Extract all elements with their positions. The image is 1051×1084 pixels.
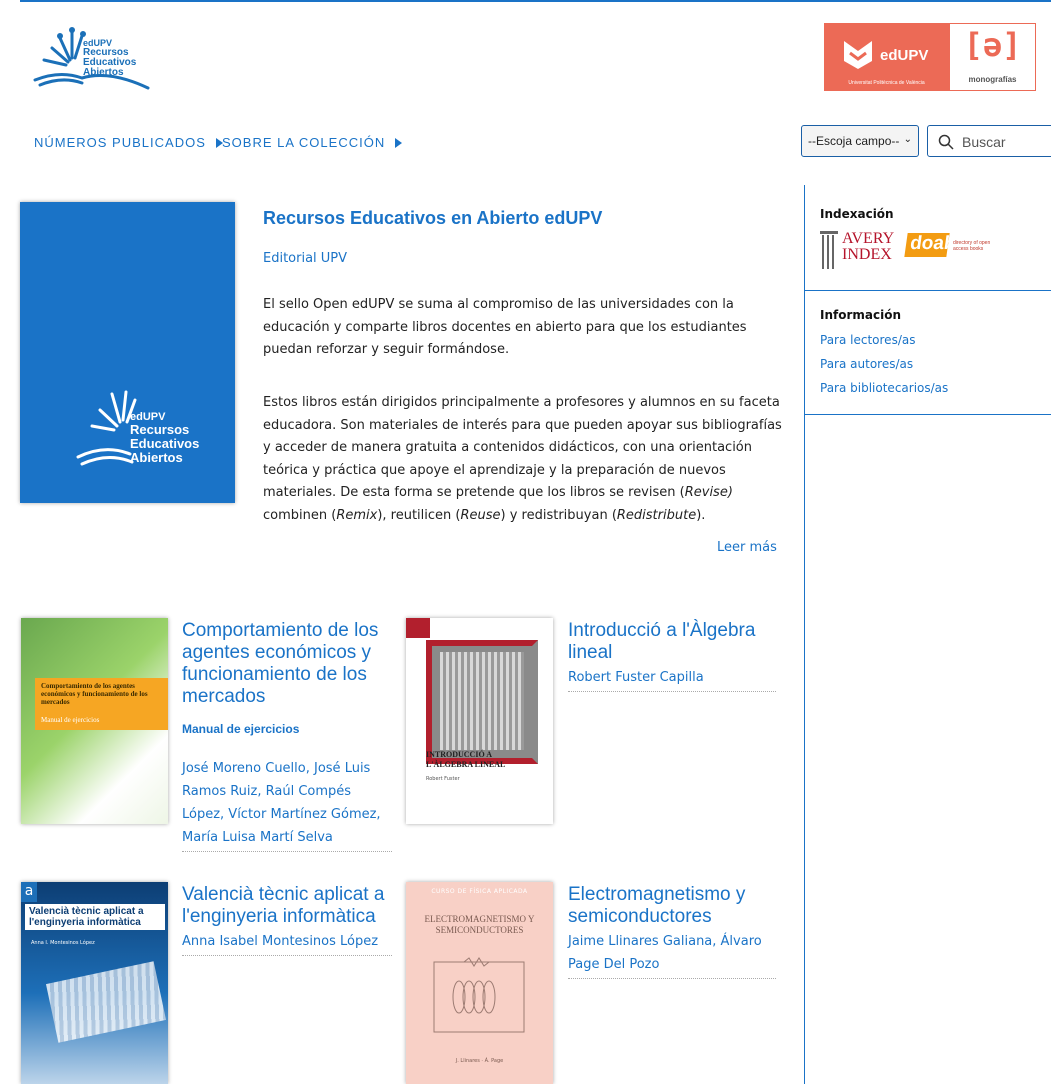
recursos-educativos-logo[interactable]: edUPV Recursos Educativos Abiertos: [30, 18, 155, 93]
cover-author-text: Robert Fuster: [426, 776, 460, 782]
coil-diagram-icon: [433, 957, 525, 1033]
search-placeholder: Buscar: [962, 134, 1006, 150]
cover-title-text: INTRODUCCIÓ A L'ÀLGEBRA LINEAL: [426, 750, 506, 769]
book-cover-electromagnetismo[interactable]: CURSO DE FÍSICA APLICADA ELECTROMAGNETIS…: [406, 882, 553, 1084]
edupv-book-icon: [844, 41, 872, 69]
cover-title-text: Comportamiento de los agentes económicos…: [41, 682, 148, 706]
cover-keyboard-image: [45, 961, 167, 1043]
book-authors-electromagnetismo: Jaime Llinares Galiana, Álvaro Page Del …: [568, 930, 776, 979]
cover-photo: [440, 652, 524, 750]
indexacion-title: Indexación: [820, 207, 894, 221]
featured-paragraph-1: El sello Open edUPV se suma al compromis…: [263, 297, 747, 357]
cover-educativos: Educativos: [130, 436, 200, 451]
edupv-sub-text: Universitat Politècnica de València: [848, 80, 925, 86]
cover-a-badge: a: [21, 882, 37, 902]
monografias-logo[interactable]: [ə] monografías: [949, 23, 1036, 91]
column-icon: [820, 231, 838, 269]
logo-abiertos-text: Abiertos: [83, 67, 124, 78]
edupv-brand-text: edUPV: [880, 47, 929, 64]
sidebar-informacion: Información Para lectores/as Para autore…: [805, 290, 1051, 415]
doab-subtext: directory of open access books: [953, 240, 991, 252]
cover-photo-frame: [426, 640, 538, 764]
featured-cover[interactable]: edUPV Recursos Educativos Abiertos: [20, 202, 235, 503]
read-more-link[interactable]: Leer más: [717, 540, 777, 555]
link-para-autores[interactable]: Para autores/as: [820, 357, 913, 371]
book-subtitle-comportamiento: Manual de ejercicios: [182, 722, 300, 736]
cover-title-text: ELECTROMAGNETISMO Y SEMICONDUCTORES: [424, 914, 535, 935]
select-value: --Escoja campo--: [808, 134, 900, 148]
book-title-valencia[interactable]: Valencià tècnic aplicat a l'enginyeria i…: [182, 884, 392, 928]
edupv-logo[interactable]: edUPV Universitat Politècnica de Valènci…: [824, 23, 949, 91]
book-cover-comportamiento[interactable]: Comportamiento de los agentes económicos…: [21, 618, 168, 824]
sidebar-indexacion: Indexación AVERY INDEX doab directory of…: [805, 185, 1051, 291]
nav-numeros-publicados[interactable]: NÚMEROS PUBLICADOS: [34, 135, 223, 150]
nav-numeros-label: NÚMEROS PUBLICADOS: [34, 135, 206, 150]
top-border: [20, 0, 1051, 2]
book-title-algebra[interactable]: Introducció a l'Àlgebra lineal: [568, 620, 778, 664]
cover-abiertos: Abiertos: [130, 450, 183, 465]
book-hands-icon: [76, 390, 137, 466]
avery-text: AVERY: [842, 230, 895, 247]
monografias-label: monografías: [968, 75, 1017, 84]
book-cover-valencia[interactable]: a Valencià tècnic aplicat a l'enginyeria…: [21, 882, 168, 1084]
informacion-title: Información: [820, 308, 902, 322]
featured-paragraph-2: Estos libros están dirigidos principalme…: [263, 395, 782, 523]
doab-logo[interactable]: doab: [904, 233, 957, 257]
cover-series-text: CURSO DE FÍSICA APLICADA: [431, 888, 528, 895]
nav-sobre-label: SOBRE LA COLECCIÓN: [222, 135, 386, 150]
cover-title-text: Valencià tècnic aplicat a l'enginyeria i…: [25, 904, 165, 930]
book-title-electromagnetismo[interactable]: Electromagnetismo y semiconductores: [568, 884, 778, 928]
search-icon: [938, 134, 954, 150]
book-authors-algebra: Robert Fuster Capilla: [568, 666, 776, 692]
cover-red-block: [406, 618, 430, 638]
index-text: INDEX: [842, 246, 892, 263]
cover-author-text: Anna I. Montesinos López: [31, 940, 95, 946]
book-cover-algebra[interactable]: INTRODUCCIÓ A L'ÀLGEBRA LINEAL Robert Fu…: [406, 618, 553, 824]
featured-publisher[interactable]: Editorial UPV: [263, 251, 347, 266]
cover-subtitle-text: Manual de ejercicios: [41, 716, 100, 724]
link-para-bibliotecarios[interactable]: Para bibliotecarios/as: [820, 381, 948, 395]
cover-author-text: J. Llinares · Á. Page: [455, 1058, 504, 1064]
monografias-glyph: [ə]: [963, 26, 1022, 64]
chevron-down-icon: ⌄: [903, 134, 912, 145]
book-authors-comportamiento: José Moreno Cuello, José Luis Ramos Ruiz…: [182, 757, 392, 852]
nav-sobre-coleccion[interactable]: SOBRE LA COLECCIÓN: [222, 135, 403, 150]
featured-title[interactable]: Recursos Educativos en Abierto edUPV: [263, 208, 602, 229]
triangle-right-icon: [395, 138, 403, 148]
book-title-comportamiento[interactable]: Comportamiento de los agentes económicos…: [182, 620, 392, 708]
search-field-select[interactable]: --Escoja campo-- ⌄: [801, 125, 919, 157]
avery-index-logo[interactable]: AVERY INDEX: [820, 229, 910, 271]
cover-recursos: Recursos: [130, 422, 190, 437]
search-input[interactable]: Buscar: [927, 125, 1051, 157]
doab-text: doab: [908, 233, 958, 254]
link-para-lectores[interactable]: Para lectores/as: [820, 333, 915, 347]
sidebar: Indexación AVERY INDEX doab directory of…: [804, 185, 1051, 1084]
book-authors-valencia: Anna Isabel Montesinos López: [182, 930, 392, 956]
